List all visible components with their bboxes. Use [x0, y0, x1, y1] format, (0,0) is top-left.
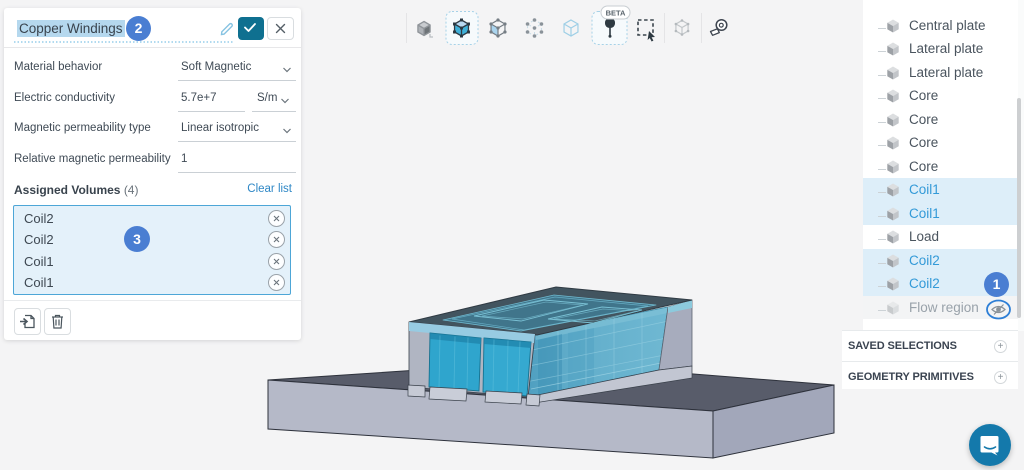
svg-text:BETA: BETA — [606, 9, 626, 18]
